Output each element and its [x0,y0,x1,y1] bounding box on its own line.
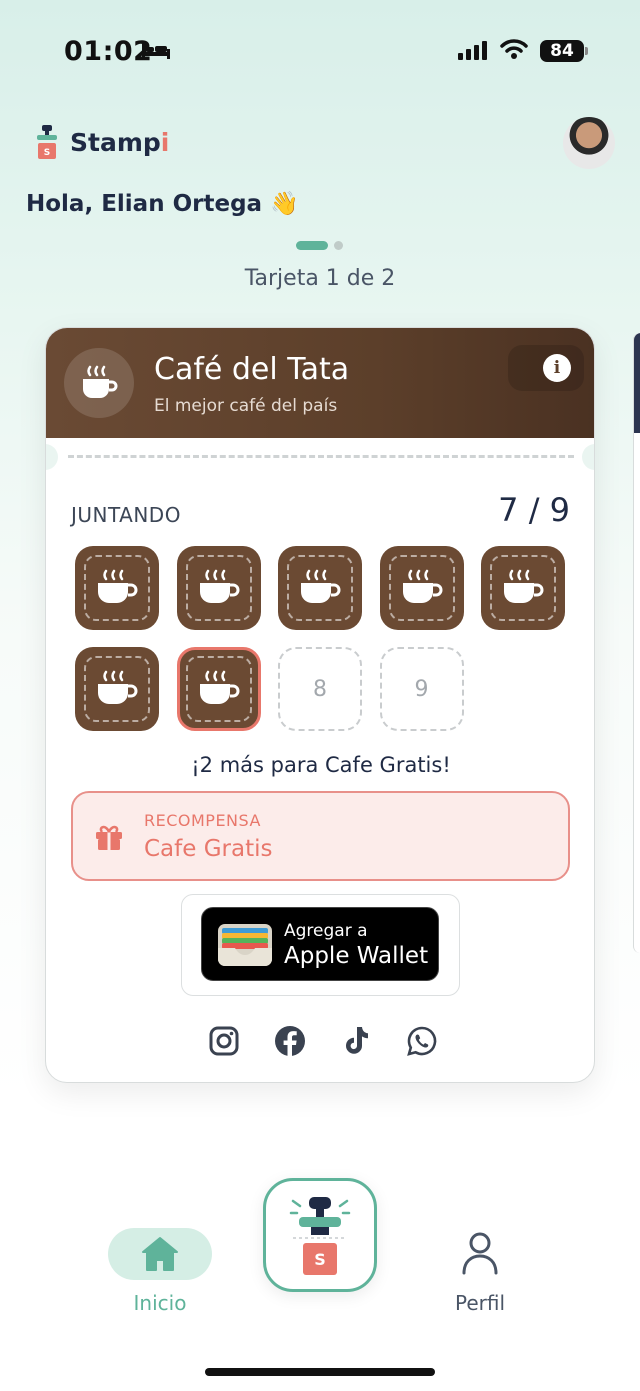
profile-icon[interactable] [455,1230,505,1276]
greeting: Hola, Elian Ortega 👋 [26,191,299,217]
stamp-filled [75,546,159,630]
facebook-icon[interactable] [274,1025,306,1057]
stamp-inner [185,656,252,722]
reward-value: Cafe Gratis [144,836,273,862]
coffee-cup-icon [98,569,138,603]
gift-icon [96,825,122,850]
tab-home-label[interactable]: Inicio [108,1291,212,1315]
reward-box: RECOMPENSA Cafe Gratis [71,791,570,881]
pager-dot-active[interactable] [296,241,328,250]
wallet-big-text: Apple Wallet [284,943,429,969]
wallet-icon [218,924,272,966]
stamp-filled [176,546,261,630]
shop-tagline: El mejor café del país [154,396,338,416]
stamp-inner [84,656,150,722]
status-time: 01:02 [64,36,153,67]
next-card-peek[interactable] [633,333,640,953]
whatsapp-icon[interactable] [406,1025,438,1057]
stamp-empty: 8 [278,647,362,731]
coffee-cup-icon [199,569,239,603]
coffee-cup-icon [301,569,341,603]
stamp-inner [185,555,252,621]
app-logo: S Stampi [34,125,169,159]
collecting-label: JUNTANDO [71,503,181,527]
stamp-filled [278,546,362,630]
bed-icon [142,43,170,59]
add-to-apple-wallet-button[interactable]: Agregar a Apple Wallet [201,907,439,981]
pager-dot[interactable] [334,241,343,250]
tab-profile-label[interactable]: Perfil [430,1291,530,1315]
wallet-container: Agregar a Apple Wallet [181,894,460,996]
stamp-number: 9 [414,676,429,702]
app-name-main: Stamp [70,127,161,157]
stamp-inner [490,555,556,621]
card-header: Café del Tata El mejor café del país i [46,328,594,438]
tab-bar: Inicio S Perfil [0,1175,640,1391]
ticket-notch-left [46,444,58,470]
stamp-filled [176,647,261,731]
social-links [208,1025,438,1057]
home-indicator [205,1368,435,1376]
ticket-perforation [68,455,574,458]
coffee-cup-icon [504,569,544,603]
battery-indicator: 84 [540,40,584,62]
stamp-inner [84,555,150,621]
stamp-logo-icon: S [37,125,57,159]
coffee-cup-icon [83,365,118,398]
home-icon [142,1237,178,1271]
loyalty-card: Café del Tata El mejor café del país i J… [45,327,595,1083]
status-bar: 01:02 84 [0,0,640,100]
shop-name: Café del Tata [154,352,350,387]
tiktok-icon[interactable] [340,1025,372,1057]
user-avatar[interactable] [563,117,615,169]
stamp-filled [481,546,565,630]
wallet-small-text: Agregar a [284,921,368,941]
ticket-notch-right [582,444,594,470]
reward-label: RECOMPENSA [144,811,261,830]
stamp-filled [379,546,464,630]
card-counter: Tarjeta 1 de 2 [244,266,396,291]
app-name-accent: i [160,127,170,157]
coffee-cup-icon [199,670,239,704]
svg-text:S: S [44,148,50,158]
stamp-inner [388,555,455,621]
wifi-icon [500,39,528,59]
stamp-empty: 9 [379,647,464,731]
svg-text:S: S [314,1250,326,1269]
coffee-cup-icon [402,569,442,603]
shop-logo [64,348,134,418]
stamp-count: 7 / 9 [498,491,570,529]
app-name: Stampi [70,128,169,157]
tab-home[interactable] [108,1228,212,1280]
stamp-scan-button[interactable]: S [263,1178,377,1292]
instagram-icon[interactable] [208,1025,240,1057]
stamp-number: 8 [313,676,327,702]
stamp-icon: S [289,1197,351,1275]
info-icon[interactable]: i [543,354,571,382]
stamp-filled [75,647,159,731]
remaining-message: ¡2 más para Cafe Gratis! [191,753,451,777]
stamp-inner [287,555,353,621]
coffee-cup-icon [98,670,138,704]
battery-nub [585,47,588,55]
cellular-signal-icon [458,41,487,60]
card-pager-dots[interactable] [296,241,343,250]
